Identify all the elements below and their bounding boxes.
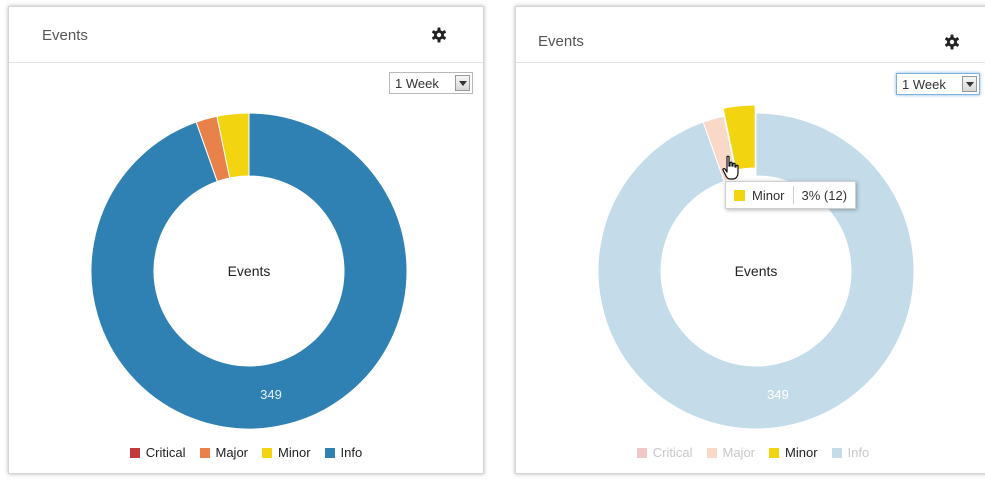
legend-swatch-critical bbox=[636, 448, 647, 458]
legend-label-minor: Minor bbox=[785, 445, 818, 460]
donut-center-label: Events bbox=[228, 263, 271, 279]
events-donut-chart: Events 349 bbox=[597, 104, 915, 430]
data-label-info: 349 bbox=[767, 387, 789, 402]
donut-center-label: Events bbox=[735, 263, 778, 279]
events-widget-panel-hover: Events 1 Week Events 349 Critical Major Min… bbox=[515, 6, 985, 474]
events-donut-chart: Events 349 bbox=[90, 112, 408, 430]
events-widget-panel: Events 1 Week Events 349 Critical Major Min… bbox=[8, 6, 484, 474]
legend-label-major: Major bbox=[722, 445, 756, 460]
tooltip-divider bbox=[792, 186, 794, 204]
tooltip-value: 3% (12) bbox=[801, 187, 848, 203]
tooltip-series-name: Minor bbox=[752, 187, 785, 203]
legend-label-major: Major bbox=[215, 445, 249, 460]
legend-swatch-info bbox=[324, 448, 335, 458]
legend-swatch-critical bbox=[129, 448, 140, 458]
legend-swatch-major bbox=[199, 448, 210, 458]
legend-swatch-info bbox=[831, 448, 842, 458]
legend-swatch-minor bbox=[262, 448, 273, 458]
legend-label-critical: Critical bbox=[145, 445, 186, 460]
legend-item-minor[interactable]: Minor bbox=[262, 445, 311, 460]
hand-pointer-icon bbox=[722, 155, 739, 180]
legend-swatch-major bbox=[706, 448, 717, 458]
tooltip-swatch bbox=[734, 189, 745, 201]
legend-item-info[interactable]: Info bbox=[324, 445, 363, 460]
legend-item-major[interactable]: Major bbox=[706, 445, 756, 460]
legend-item-info[interactable]: Info bbox=[831, 445, 870, 460]
legend-label-minor: Minor bbox=[278, 445, 311, 460]
legend-item-critical[interactable]: Critical bbox=[636, 445, 693, 460]
chart-legend: Critical Major Minor Info bbox=[516, 445, 985, 460]
chart-tooltip: Minor 3% (12) bbox=[725, 181, 857, 209]
legend-label-info: Info bbox=[847, 445, 870, 460]
legend-label-info: Info bbox=[340, 445, 363, 460]
legend-item-minor[interactable]: Minor bbox=[769, 445, 818, 460]
legend-item-critical[interactable]: Critical bbox=[129, 445, 186, 460]
chart-legend: Critical Major Minor Info bbox=[9, 445, 483, 460]
data-label-info: 349 bbox=[260, 387, 282, 402]
legend-label-critical: Critical bbox=[652, 445, 693, 460]
legend-swatch-minor bbox=[769, 448, 780, 458]
legend-item-major[interactable]: Major bbox=[199, 445, 249, 460]
